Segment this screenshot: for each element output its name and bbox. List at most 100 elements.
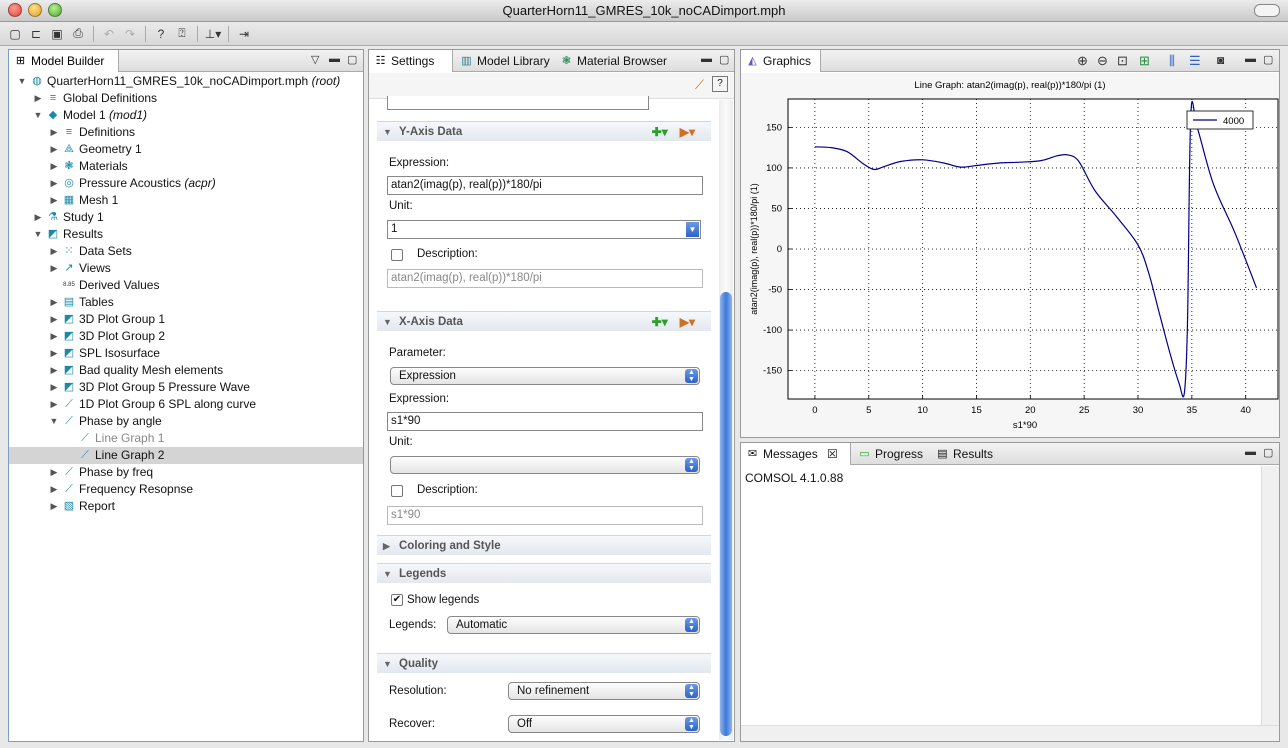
y-expression-input[interactable]: atan2(imag(p), real(p))*180/pi (387, 176, 703, 195)
minimize-panel-icon[interactable]: ▬ (329, 53, 340, 65)
export-icon[interactable]: ⇥ (235, 25, 253, 43)
undo-icon[interactable]: ↶ (100, 25, 118, 43)
tree-item[interactable]: ▶ ◎ Pressure Acoustics (acpr) (9, 175, 363, 192)
layout-dropdown-icon[interactable]: ⊥▾ (204, 25, 222, 43)
tree-item[interactable]: ▶ ⚗ Study 1 (9, 209, 363, 226)
tree-item[interactable]: ⟋ Line Graph 2 (9, 447, 363, 464)
collapsed-arrow-icon[interactable]: ▶ (49, 328, 59, 345)
tab-messages[interactable]: ✉ Messages ☒ (741, 443, 851, 465)
save-icon[interactable]: ▣ (48, 25, 66, 43)
add-icon[interactable]: ✚▾ (652, 122, 668, 142)
help-icon[interactable]: ? (712, 76, 728, 92)
minimize-panel-icon[interactable]: ▬ (1245, 53, 1256, 65)
close-window-button[interactable] (8, 3, 22, 17)
print-icon[interactable]: ⎙ (69, 25, 87, 43)
y-grid-icon[interactable]: ☰ (1189, 53, 1201, 69)
tab-progress[interactable]: ▭ Progress (853, 443, 929, 465)
tab-model-library[interactable]: ▥ Model Library (455, 50, 556, 72)
new-file-icon[interactable]: ▢ (6, 25, 24, 43)
collapsed-arrow-icon[interactable]: ▶ (33, 90, 43, 107)
tab-graphics[interactable]: ◭ Graphics (741, 50, 821, 72)
tree-item[interactable]: ▶ ◩ 3D Plot Group 5 Pressure Wave (9, 379, 363, 396)
tree-item[interactable]: ⟋ Line Graph 1 (9, 430, 363, 447)
y-description-input[interactable]: atan2(imag(p), real(p))*180/pi (387, 269, 703, 288)
tree-item[interactable]: ▶ ▤ Tables (9, 294, 363, 311)
tree-item[interactable]: ▶ ▧ Report (9, 498, 363, 515)
collapsed-arrow-icon[interactable]: ▶ (49, 396, 59, 413)
messages-hscrollbar[interactable] (741, 725, 1279, 741)
open-file-icon[interactable]: ⊏ (27, 25, 45, 43)
tree-item[interactable]: ▶ ❃ Materials (9, 158, 363, 175)
view-menu-icon[interactable]: ▽ (311, 53, 319, 66)
x-description-input[interactable]: s1*90 (387, 506, 703, 525)
tree-item[interactable]: ▶ ≡ Global Definitions (9, 90, 363, 107)
tree-item[interactable]: ▶ ↗ Views (9, 260, 363, 277)
tree-item[interactable]: ▶ ◩ SPL Isosurface (9, 345, 363, 362)
tree-item[interactable]: ▼ ◆ Model 1 (mod1) (9, 107, 363, 124)
collapsed-arrow-icon[interactable]: ▶ (49, 345, 59, 362)
collapsed-arrow-icon[interactable]: ▶ (49, 141, 59, 158)
resolution-select[interactable]: No refinement ▲ ▼ (508, 682, 700, 700)
tab-results[interactable]: ▤ Results (931, 443, 999, 465)
tree-item[interactable]: 8.85 Derived Values (9, 277, 363, 294)
settings-scrollbar-thumb[interactable] (720, 292, 732, 736)
section-coloring-and-style[interactable]: ▶ Coloring and Style (377, 535, 711, 555)
tree-item[interactable]: ▶ ⟁ Geometry 1 (9, 141, 363, 158)
tree-item[interactable]: ▼ ◍ QuarterHorn11_GMRES_10k_noCADimport.mp… (9, 73, 363, 90)
expanded-arrow-icon[interactable]: ▼ (49, 413, 59, 430)
show-legends-checkbox[interactable]: ✔ (391, 594, 403, 606)
minimize-panel-icon[interactable]: ▬ (701, 53, 712, 65)
y-unit-combo[interactable]: 1 ▼ (387, 220, 701, 239)
collapsed-arrow-icon[interactable]: ▶ (49, 464, 59, 481)
plot-icon[interactable]: ⟋ (695, 77, 704, 93)
tree-item[interactable]: ▶ ≡ Definitions (9, 124, 363, 141)
collapsed-arrow-icon[interactable]: ▶ (49, 192, 59, 209)
context-help-icon[interactable]: ⍰ (173, 25, 191, 43)
expanded-arrow-icon[interactable]: ▼ (33, 107, 43, 124)
replace-expression-icon[interactable]: ▶▾ (680, 122, 695, 142)
zoom-in-icon[interactable]: ⊕ (1077, 53, 1088, 69)
plot-area[interactable]: Line Graph: atan2(imag(p), real(p))*180/… (741, 73, 1279, 437)
replace-expression-icon[interactable]: ▶▾ (680, 312, 695, 332)
x-parameter-select[interactable]: Expression ▲ ▼ (390, 367, 700, 385)
tree-item[interactable]: ▶ ▦ Mesh 1 (9, 192, 363, 209)
line-graph-chart[interactable]: Line Graph: atan2(imag(p), real(p))*180/… (741, 73, 1279, 437)
collapsed-arrow-icon[interactable]: ▶ (49, 498, 59, 515)
collapsed-arrow-icon[interactable]: ▶ (49, 175, 59, 192)
tab-model-builder[interactable]: ⊞ Model Builder (9, 50, 119, 72)
maximize-panel-icon[interactable]: ▢ (347, 53, 357, 66)
collapsed-arrow-icon[interactable]: ▶ (49, 481, 59, 498)
add-icon[interactable]: ✚▾ (652, 312, 668, 332)
maximize-panel-icon[interactable]: ▢ (1263, 446, 1273, 459)
x-description-checkbox[interactable] (391, 485, 403, 497)
minimize-panel-icon[interactable]: ▬ (1245, 446, 1256, 458)
collapsed-arrow-icon[interactable]: ▶ (49, 311, 59, 328)
collapsed-arrow-icon[interactable]: ▶ (49, 260, 59, 277)
tree-item[interactable]: ▶ ⟋ Phase by freq (9, 464, 363, 481)
tree-item[interactable]: ▼ ⟋ Phase by angle (9, 413, 363, 430)
collapsed-arrow-icon[interactable]: ▶ (49, 362, 59, 379)
tree-item[interactable]: ▶ ⁙ Data Sets (9, 243, 363, 260)
label-field[interactable] (387, 96, 649, 110)
help-icon[interactable]: ? (152, 25, 170, 43)
tree-item[interactable]: ▼ ◩ Results (9, 226, 363, 243)
redo-icon[interactable]: ↷ (121, 25, 139, 43)
messages-scrollbar[interactable] (1261, 466, 1279, 725)
section-quality[interactable]: ▼ Quality (377, 653, 711, 673)
section-legends[interactable]: ▼ Legends (377, 563, 711, 583)
collapsed-arrow-icon[interactable]: ▶ (49, 158, 59, 175)
tree-item[interactable]: ▶ ◩ 3D Plot Group 1 (9, 311, 363, 328)
tree-item[interactable]: ▶ ⟋ Frequency Resopnse (9, 481, 363, 498)
zoom-extents-icon[interactable]: ⊞ (1139, 53, 1150, 69)
tree-item[interactable]: ▶ ◩ 3D Plot Group 2 (9, 328, 363, 345)
collapsed-arrow-icon[interactable]: ▶ (49, 379, 59, 396)
maximize-panel-icon[interactable]: ▢ (719, 53, 729, 66)
maximize-panel-icon[interactable]: ▢ (1263, 53, 1273, 66)
collapsed-arrow-icon[interactable]: ▶ (49, 243, 59, 260)
tab-material-browser[interactable]: ❃ Material Browser (555, 50, 673, 72)
minimize-window-button[interactable] (28, 3, 42, 17)
zoom-out-icon[interactable]: ⊖ (1097, 53, 1108, 69)
collapsed-arrow-icon[interactable]: ▶ (49, 294, 59, 311)
y-description-checkbox[interactable] (391, 249, 403, 261)
camera-icon[interactable]: ◙ (1217, 53, 1224, 67)
